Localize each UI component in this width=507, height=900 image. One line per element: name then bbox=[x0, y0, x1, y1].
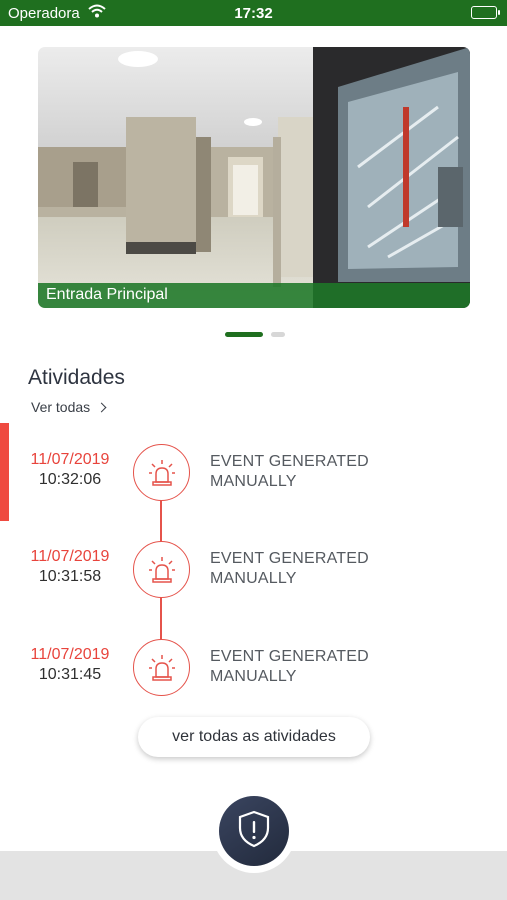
activities-title: Atividades bbox=[28, 366, 125, 389]
activity-description-line2: MANUALLY bbox=[210, 570, 297, 587]
activity-time: 10:31:58 bbox=[38, 568, 102, 585]
chevron-right-icon bbox=[96, 402, 107, 412]
activity-description-line1: EVENT GENERATED bbox=[210, 550, 369, 567]
shield-alert-icon bbox=[237, 810, 271, 853]
camera-name-label: Entrada Principal bbox=[38, 283, 470, 308]
activity-description-line2: MANUALLY bbox=[210, 473, 297, 490]
activity-date: 11/07/2019 bbox=[30, 451, 110, 468]
see-all-link[interactable]: Ver todas bbox=[31, 399, 107, 415]
activity-item[interactable]: 11/07/2019 10:31:58 EVENT GENERATED MANU… bbox=[0, 541, 507, 601]
activity-item[interactable]: 11/07/2019 10:32:06 EVENT GENERATED MANU… bbox=[0, 444, 507, 504]
activity-item[interactable]: 11/07/2019 10:31:45 EVENT GENERATED MANU… bbox=[0, 639, 507, 699]
camera-snapshot-image bbox=[38, 47, 470, 308]
see-all-label: Ver todas bbox=[31, 399, 91, 415]
activity-description: EVENT GENERATED MANUALLY bbox=[210, 549, 369, 589]
siren-icon bbox=[133, 444, 190, 501]
activity-time: 10:31:45 bbox=[38, 666, 102, 683]
siren-icon bbox=[133, 639, 190, 696]
activity-description: EVENT GENERATED MANUALLY bbox=[210, 647, 369, 687]
panic-button[interactable] bbox=[219, 796, 289, 866]
activity-description: EVENT GENERATED MANUALLY bbox=[210, 452, 369, 492]
activity-date: 11/07/2019 bbox=[30, 548, 110, 565]
carousel-pager bbox=[0, 332, 507, 338]
siren-icon bbox=[133, 541, 190, 598]
status-bar: Operadora 17:32 bbox=[0, 0, 507, 26]
activity-description-line1: EVENT GENERATED bbox=[210, 648, 369, 665]
battery-icon bbox=[471, 6, 500, 19]
status-time: 17:32 bbox=[234, 5, 273, 22]
pager-dot-active[interactable] bbox=[225, 332, 263, 337]
activity-description-line1: EVENT GENERATED bbox=[210, 453, 369, 470]
activity-date: 11/07/2019 bbox=[30, 646, 110, 663]
all-activities-button[interactable]: ver todas as atividades bbox=[138, 717, 370, 757]
camera-preview-card[interactable]: Entrada Principal bbox=[38, 47, 470, 308]
activity-description-line2: MANUALLY bbox=[210, 668, 297, 685]
activity-time: 10:32:06 bbox=[38, 471, 102, 488]
pager-dot[interactable] bbox=[271, 332, 285, 337]
